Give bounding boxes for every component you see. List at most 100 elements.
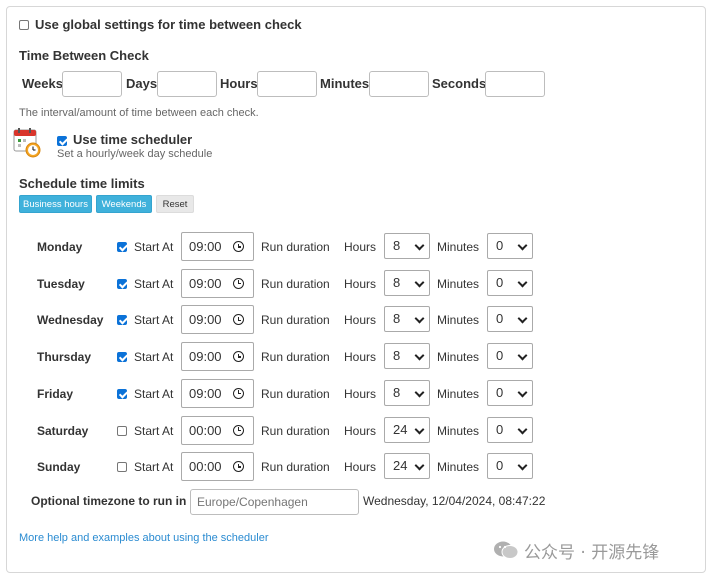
duration-hours-select[interactable]: 24 <box>384 416 430 443</box>
day-enabled-checkbox[interactable] <box>117 278 127 289</box>
start-time-value: 09:00 <box>189 349 222 365</box>
run-duration-label: Run duration <box>261 276 330 291</box>
start-time-input[interactable]: 00:00 <box>181 452 254 482</box>
start-time-value: 00:00 <box>189 459 222 475</box>
weeks-input[interactable] <box>62 71 122 97</box>
chevron-down-icon <box>517 277 528 288</box>
day-enabled-checkbox[interactable] <box>117 315 127 326</box>
duration-minutes-value: 0 <box>496 238 504 253</box>
clock-icon[interactable] <box>233 424 244 436</box>
duration-minutes-select[interactable]: 0 <box>487 453 533 480</box>
duration-hours-value: 8 <box>393 384 401 400</box>
day-enabled-checkbox[interactable] <box>117 352 127 363</box>
start-time-input[interactable]: 09:00 <box>181 268 254 298</box>
duration-minutes-value: 0 <box>496 458 504 474</box>
current-time: Wednesday, 12/04/2024, 08:47:22 <box>363 494 546 508</box>
duration-hours-select[interactable]: 8 <box>384 379 430 406</box>
hours-label: Hours <box>220 76 258 91</box>
duration-minutes-value: 0 <box>496 384 504 400</box>
duration-hours-select[interactable]: 8 <box>384 343 430 370</box>
chevron-down-icon <box>517 350 528 361</box>
start-time-input[interactable]: 09:00 <box>181 232 254 261</box>
day-name: Friday <box>37 386 74 401</box>
duration-hours-value: 24 <box>393 421 408 437</box>
use-scheduler-checkbox[interactable] <box>57 136 67 146</box>
day-enabled-checkbox[interactable] <box>117 462 127 473</box>
duration-minutes-label: Minutes <box>437 240 480 254</box>
business-hours-button[interactable]: Business hours <box>19 195 92 213</box>
duration-hours-label: Hours <box>344 423 377 438</box>
global-settings-label: Use global settings for time between che… <box>35 17 302 32</box>
day-enabled-checkbox[interactable] <box>117 388 127 399</box>
duration-hours-label: Hours <box>344 460 377 475</box>
duration-minutes-select[interactable]: 0 <box>487 343 533 370</box>
start-at-label: Start At <box>134 276 174 291</box>
chevron-down-icon <box>414 424 425 434</box>
clock-icon[interactable] <box>233 277 244 289</box>
duration-hours-label: Hours <box>344 350 377 365</box>
duration-minutes-value: 0 <box>496 348 504 364</box>
clock-icon[interactable] <box>233 351 244 363</box>
duration-minutes-label: Minutes <box>437 386 480 401</box>
start-time-input[interactable]: 00:00 <box>181 415 254 445</box>
start-time-value: 09:00 <box>189 275 222 291</box>
clock-icon[interactable] <box>233 387 244 399</box>
chevron-down-icon <box>414 277 425 288</box>
use-scheduler-label: Use time scheduler <box>73 132 193 147</box>
run-duration-label: Run duration <box>261 240 330 254</box>
duration-minutes-select[interactable]: 0 <box>487 269 533 296</box>
duration-minutes-select[interactable]: 0 <box>487 379 533 406</box>
start-time-input[interactable]: 09:00 <box>181 378 254 408</box>
start-time-input[interactable]: 09:00 <box>181 305 254 335</box>
duration-hours-value: 8 <box>393 311 401 327</box>
duration-hours-label: Hours <box>344 276 377 291</box>
chevron-down-icon <box>414 460 425 471</box>
time-between-title: Time Between Check <box>19 48 149 63</box>
weeks-label: Weeks <box>22 76 63 91</box>
duration-hours-value: 24 <box>393 458 408 474</box>
chevron-down-icon <box>414 350 425 361</box>
duration-hours-select[interactable]: 8 <box>384 306 430 333</box>
start-time-input[interactable]: 09:00 <box>181 342 254 372</box>
duration-minutes-value: 0 <box>496 421 504 437</box>
watermark-text: 公众号 · 开源先锋 <box>524 543 660 563</box>
duration-minutes-label: Minutes <box>437 276 480 291</box>
minutes-input[interactable] <box>369 71 429 97</box>
duration-minutes-select[interactable]: 0 <box>487 416 533 443</box>
days-input[interactable] <box>157 71 217 97</box>
scheduler-help-link[interactable]: More help and examples about using the s… <box>19 532 269 544</box>
clock-icon[interactable] <box>233 314 244 326</box>
duration-hours-value: 8 <box>393 274 401 290</box>
clock-icon[interactable] <box>233 241 244 252</box>
start-at-label: Start At <box>134 423 174 438</box>
duration-hours-select[interactable]: 24 <box>384 453 430 480</box>
hours-input[interactable] <box>257 71 317 97</box>
duration-minutes-select[interactable]: 0 <box>487 233 533 259</box>
chevron-down-icon <box>414 240 425 251</box>
duration-hours-select[interactable]: 8 <box>384 233 430 259</box>
day-name: Wednesday <box>37 313 104 328</box>
start-time-value: 09:00 <box>189 385 222 401</box>
weekends-button[interactable]: Weekends <box>96 195 152 213</box>
run-duration-label: Run duration <box>261 460 330 475</box>
seconds-input[interactable] <box>485 71 545 97</box>
chevron-down-icon <box>517 460 528 471</box>
chevron-down-icon <box>517 240 528 251</box>
duration-hours-label: Hours <box>344 240 377 254</box>
global-settings-checkbox[interactable] <box>19 20 29 30</box>
duration-minutes-select[interactable]: 0 <box>487 306 533 333</box>
start-time-value: 00:00 <box>189 422 222 438</box>
day-enabled-checkbox[interactable] <box>117 425 127 436</box>
duration-hours-select[interactable]: 8 <box>384 269 430 296</box>
duration-hours-value: 8 <box>393 348 401 364</box>
duration-minutes-label: Minutes <box>437 350 480 365</box>
chevron-down-icon <box>414 313 425 324</box>
clock-icon[interactable] <box>233 461 244 473</box>
days-label: Days <box>126 76 158 91</box>
reset-button[interactable]: Reset <box>156 195 194 213</box>
duration-hours-label: Hours <box>344 313 377 328</box>
timezone-input[interactable] <box>190 489 359 515</box>
wechat-icon <box>494 541 519 559</box>
chevron-down-icon <box>414 387 425 398</box>
day-enabled-checkbox[interactable] <box>117 242 127 252</box>
